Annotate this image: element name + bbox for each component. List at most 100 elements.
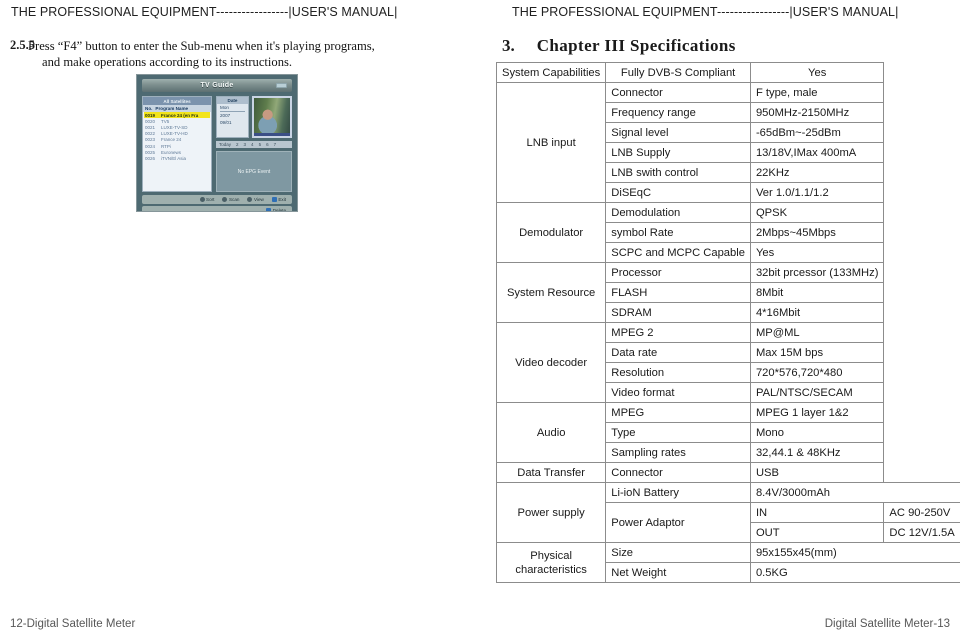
spec-item: symbol Rate (605, 222, 751, 243)
button-dot-icon (247, 197, 253, 202)
instruction-paragraph: 2.5.5 Press “F4” button to enter the Sub… (0, 38, 490, 70)
spec-value: 2Mbps~45Mbps (749, 222, 885, 243)
spec-item: Size (605, 542, 751, 563)
key-hint-delete[interactable]: Delete (266, 208, 286, 212)
spec-value: MPEG 1 layer 1&2 (749, 402, 885, 423)
group-label-line-1: Physical (530, 549, 572, 562)
program-no: 0025 (145, 149, 156, 155)
spec-item: Resolution (605, 362, 751, 383)
table-row: LNB input Connector F type, male (495, 82, 960, 203)
key-hint-view[interactable]: View (247, 197, 264, 202)
spec-value: MP@ML (749, 322, 885, 343)
key-hint-bar: Sort Scan View Exit (142, 195, 292, 204)
spec-item: FLASH (605, 282, 751, 303)
table-row: Power supply Li-ioN Battery 8.4V/3000mAh (495, 482, 960, 543)
key-hint-label: Exit (278, 197, 286, 202)
paragraph-body: Press “F4” button to enter the Sub-menu … (28, 38, 490, 70)
spec-value: F type, male (749, 82, 885, 103)
video-preview-image (254, 98, 290, 136)
program-name: LUXE-TV-SD (161, 124, 188, 130)
tv-guide-body: All Satellites No. Program Name 0019 Fra… (142, 96, 292, 192)
button-dot-icon (222, 197, 228, 202)
battery-icon (276, 83, 287, 88)
group-label: Audio (495, 402, 607, 463)
spec-value: QPSK (749, 202, 885, 223)
chapter-title: Chapter III Specifications (536, 36, 736, 55)
program-list-panel[interactable]: All Satellites No. Program Name 0019 Fra… (142, 96, 212, 192)
adaptor-in-label: IN (749, 502, 885, 523)
satellite-filter-label[interactable]: All Satellites (143, 97, 211, 105)
key-hint-exit[interactable]: Exit (271, 197, 286, 202)
chapter-number: 3. (502, 36, 515, 55)
right-column: 3. Chapter III Specifications System Cap… (495, 36, 960, 583)
spec-item: Type (605, 422, 751, 443)
video-preview-strip (254, 133, 290, 136)
spec-item: Fully DVB-S Compliant (605, 62, 751, 83)
group-label: System Resource (495, 262, 607, 323)
epg-day[interactable]: 4 (251, 142, 254, 147)
spec-value: 32bit prcessor (133MHz) (749, 262, 885, 283)
adaptor-out-value: DC 12V/1.5A (883, 522, 960, 543)
running-header-left: THE PROFESSIONAL EQUIPMENT--------------… (11, 5, 398, 19)
spec-item: Connector (605, 82, 751, 103)
epg-day[interactable]: 2 (236, 142, 239, 147)
spec-item: SCPC and MCPC Capable (605, 242, 751, 263)
table-row: Audio MPEG MPEG 1 layer 1&2 (495, 402, 960, 463)
footer-right: Digital Satellite Meter-13 (824, 618, 950, 630)
program-name: RTPi (161, 143, 171, 149)
epg-day[interactable]: 5 (259, 142, 262, 147)
program-no: 0021 (145, 124, 156, 130)
paragraph-line-2: and make operations according to its ins… (42, 55, 293, 69)
tv-guide-right-panel: Date Mon 2007 09/01 Today 2 3 4 5 6 7 No… (216, 96, 292, 192)
tv-guide-footer: Sort Scan View Exit Delete (142, 195, 292, 212)
date-panel[interactable]: Date Mon 2007 09/01 (216, 96, 249, 138)
spec-value: Max 15M bps (749, 342, 885, 363)
epg-day[interactable]: 7 (274, 142, 277, 147)
spec-item: Video format (605, 382, 751, 403)
program-name: Euronews (161, 149, 182, 155)
key-hint-label: Delete (272, 208, 286, 212)
date-and-preview: Date Mon 2007 09/01 (216, 96, 292, 138)
spec-value: 22KHz (749, 162, 885, 183)
date-day: Mon (220, 104, 229, 110)
adaptor-in-value: AC 90-250V (883, 502, 960, 523)
date-panel-header: Date (217, 97, 248, 104)
date-year: 2007 (220, 113, 231, 119)
epg-day-bar[interactable]: Today 2 3 4 5 6 7 (216, 141, 292, 148)
epg-day[interactable]: 3 (244, 142, 247, 147)
key-hint-scan[interactable]: Scan (222, 197, 239, 202)
specifications-table: System Capabilities Fully DVB-S Complian… (495, 62, 960, 583)
date-daymonth: 09/01 (220, 119, 232, 125)
program-name: iTVN/El Asia (161, 155, 187, 161)
left-column: 2.5.5 Press “F4” button to enter the Sub… (0, 38, 490, 70)
spec-value: Ver 1.0/1.1/1.2 (749, 182, 885, 203)
spec-value: -65dBm~-25dBm (749, 122, 885, 143)
spec-value: 0.5KG (749, 562, 960, 583)
spec-item: Frequency range (605, 102, 751, 123)
list-item[interactable]: 0026 iTVN/El Asia (144, 155, 210, 161)
table-row: Data Transfer Connector USB (495, 462, 960, 483)
spec-value: 13/18V,IMax 400mA (749, 142, 885, 163)
spec-item: Processor (605, 262, 751, 283)
key-hint-label: View (253, 197, 264, 202)
program-rows: 0019 France 24 (en Fra 0020 TV5 0021 LUX… (143, 112, 211, 191)
key-hint-sort[interactable]: Sort (199, 197, 215, 202)
spec-item: Signal level (605, 122, 751, 143)
spec-item: SDRAM (605, 302, 751, 323)
program-no: 0024 (145, 143, 156, 149)
program-no: 0020 (145, 118, 156, 124)
table-row: System Resource Processor 32bit prcessor… (495, 262, 960, 323)
spec-item: Sampling rates (605, 442, 751, 463)
video-preview[interactable] (252, 96, 292, 138)
spec-value: 95x155x45(mm) (749, 542, 960, 563)
spec-item: Power Adaptor (605, 502, 751, 543)
column-header-no: No. (145, 106, 153, 111)
table-row: System Capabilities Fully DVB-S Complian… (495, 62, 960, 83)
epg-event-area: No EPG Event (216, 151, 292, 192)
program-name: LUXE-TV-HD (161, 131, 188, 137)
button-square-icon (266, 208, 272, 211)
group-label: Video decoder (495, 322, 607, 403)
epg-day[interactable]: 6 (266, 142, 269, 147)
group-label: Demodulator (495, 202, 607, 263)
key-hint-label: Sort (206, 197, 215, 202)
